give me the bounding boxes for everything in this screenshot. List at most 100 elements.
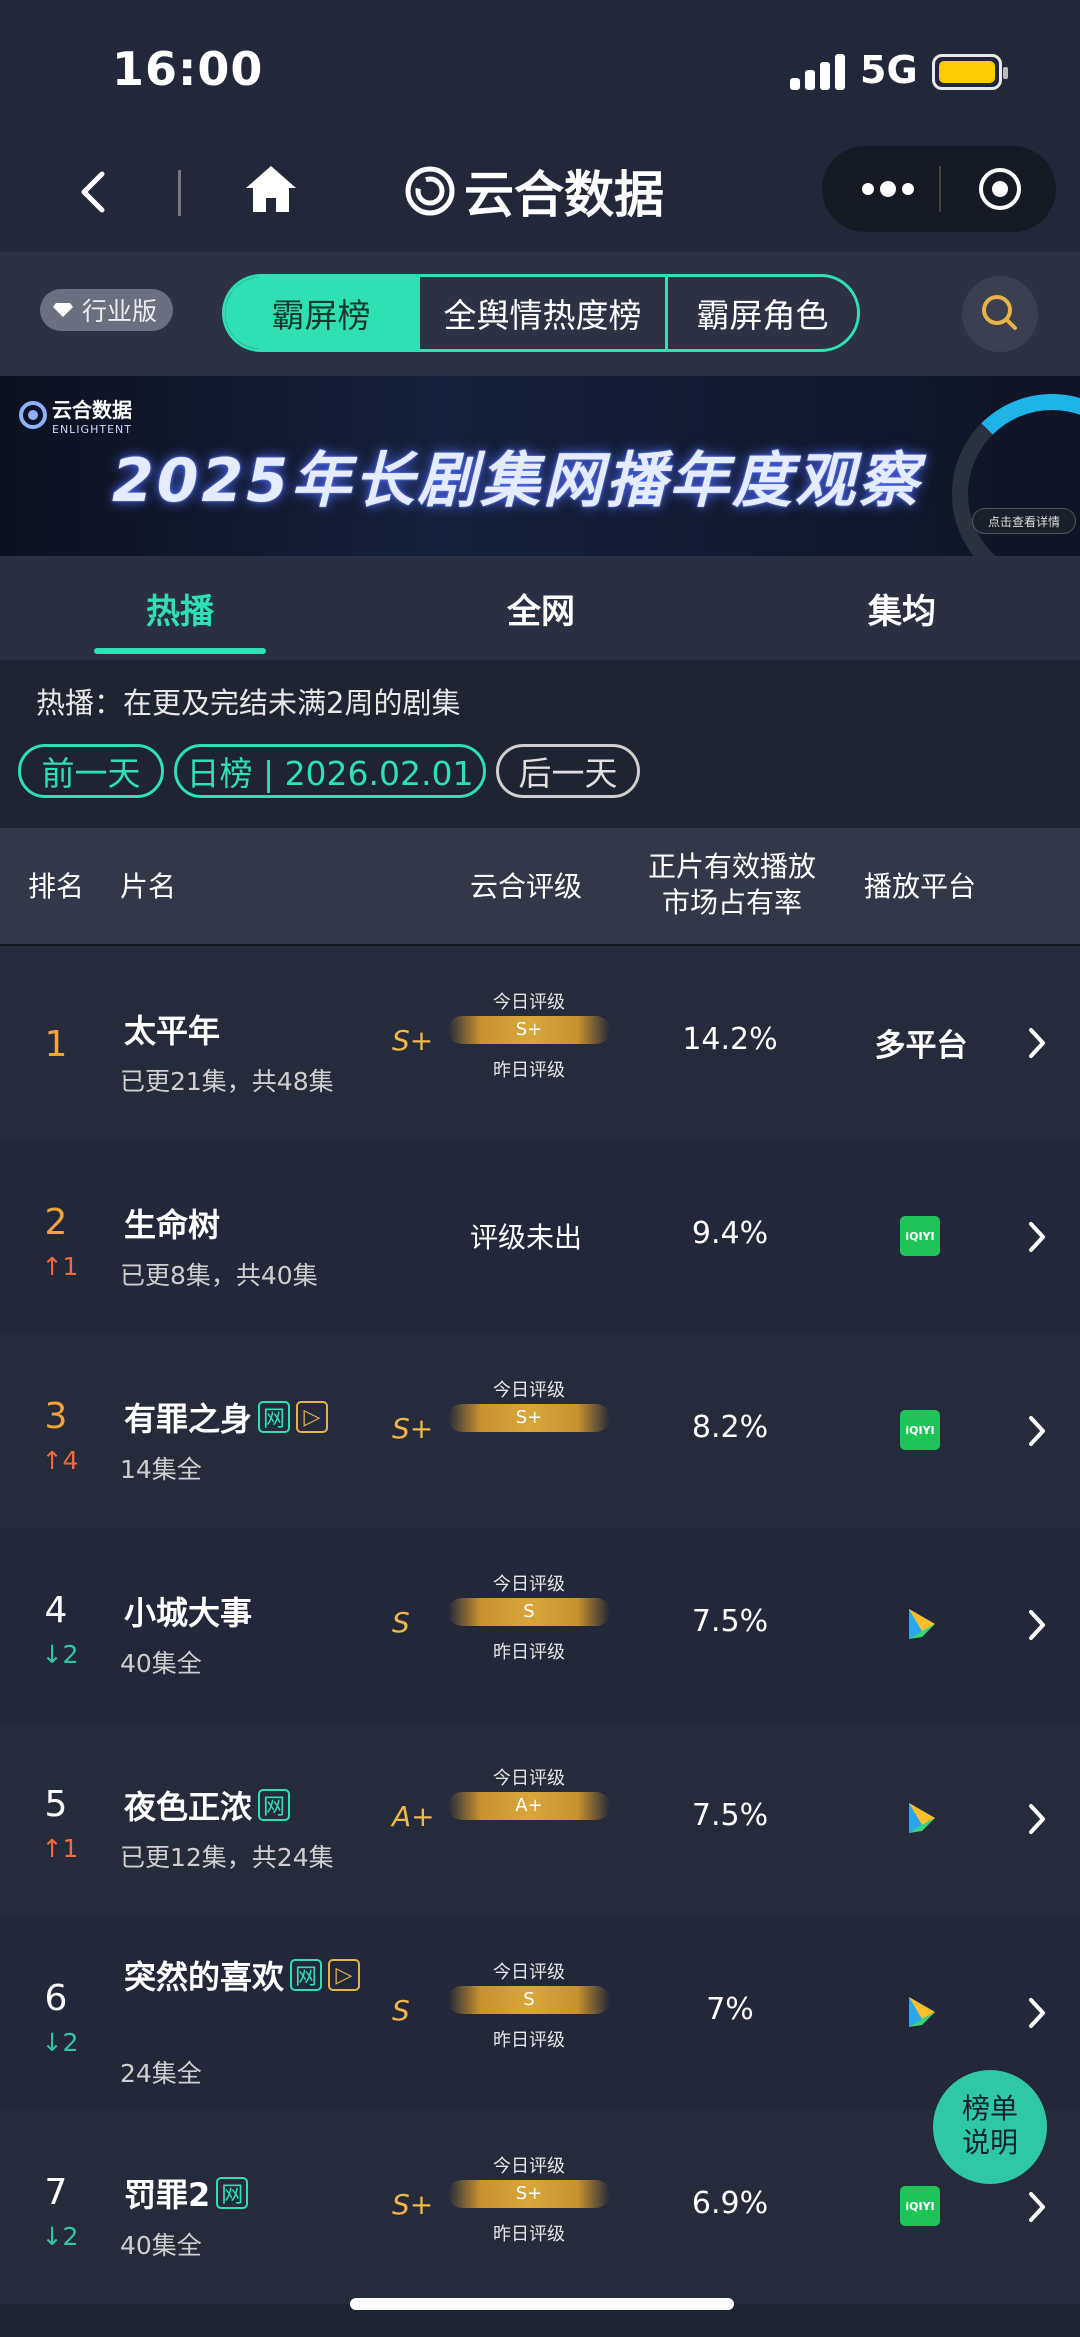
top-tab-row: 行业版 霸屏榜 全舆情热度榜 霸屏角色 bbox=[0, 252, 1080, 376]
rating-bar: S bbox=[448, 1986, 610, 2014]
home-indicator bbox=[350, 2298, 734, 2310]
next-day-button[interactable]: 后一天 bbox=[496, 744, 640, 798]
today-rating-label: 今日评级 bbox=[493, 1962, 565, 1983]
rating-bar: A+ bbox=[448, 1792, 610, 1820]
col-rating: 云合评级 bbox=[470, 870, 583, 903]
mini-program-capsule bbox=[822, 146, 1056, 232]
brand-name: 云合数据 bbox=[464, 166, 664, 224]
table-row[interactable]: 3 ↑4 有罪之身网 ▷ 14集全 S+ 今日评级 S+ 8.2% iQIYI bbox=[0, 1334, 1080, 1528]
col-rank: 排名 bbox=[28, 870, 85, 903]
rating-grade: S+ bbox=[392, 1412, 434, 1445]
rating-grade: S bbox=[392, 1994, 410, 2027]
tab-per-episode[interactable]: 集均 bbox=[868, 584, 936, 633]
rating-bar: S+ bbox=[448, 2180, 610, 2208]
rating-bar: S+ bbox=[448, 1404, 610, 1432]
episode-status: 40集全 bbox=[120, 1649, 202, 1678]
drama-title[interactable]: 太平年 bbox=[124, 1006, 220, 1052]
episode-status: 40集全 bbox=[120, 2231, 202, 2260]
tab-all-network[interactable]: 全网 bbox=[507, 584, 575, 633]
today-rating-label: 今日评级 bbox=[493, 2156, 565, 2177]
tab-hot[interactable]: 热播 bbox=[146, 584, 214, 633]
episode-status: 24集全 bbox=[120, 2059, 202, 2088]
drama-title-text: 有罪之身 bbox=[124, 1400, 253, 1438]
col-share-line1: 正片有效播放 bbox=[648, 850, 817, 883]
banner-title: 2025年长剧集网播年度观察 bbox=[112, 446, 921, 516]
tab-public-opinion[interactable]: 全舆情热度榜 bbox=[417, 277, 665, 349]
exclusive-tag: ▷ bbox=[328, 1959, 361, 1991]
status-time: 16:00 bbox=[112, 42, 264, 96]
drama-title[interactable]: 生命树 bbox=[124, 1200, 220, 1246]
tab-screen-dominance[interactable]: 霸屏榜 bbox=[225, 277, 417, 349]
network-label: 5G bbox=[860, 48, 918, 92]
search-icon[interactable] bbox=[962, 276, 1038, 352]
episode-status: 已更21集，共48集 bbox=[120, 1067, 334, 1096]
chevron-right-icon[interactable] bbox=[1022, 1996, 1052, 2030]
drama-title[interactable]: 小城大事 bbox=[124, 1588, 252, 1634]
drama-title[interactable]: 罚罪2 网 bbox=[124, 2170, 249, 2216]
chevron-right-icon[interactable] bbox=[1022, 2190, 1052, 2224]
yunhe-logo-icon bbox=[405, 166, 455, 216]
iqiyi-icon: iQIYI bbox=[900, 2186, 940, 2226]
battery-icon bbox=[932, 54, 1008, 90]
app-brand: 云合数据 bbox=[404, 158, 664, 224]
category-tabs: 热播 全网 集均 bbox=[0, 556, 1080, 660]
table-row[interactable]: 6 ↓2 突然的喜欢网 ▷ 24集全 S 今日评级 S 昨日评级 7% bbox=[0, 1916, 1080, 2110]
drama-title-text: 突然的喜欢 bbox=[124, 1958, 285, 1996]
iqiyi-icon: iQIYI bbox=[900, 1410, 940, 1450]
rating-grade: A+ bbox=[392, 1800, 435, 1833]
rank-change: ↑1 bbox=[41, 1834, 79, 1863]
drama-title[interactable]: 突然的喜欢网 ▷ bbox=[124, 1952, 361, 1998]
yesterday-rating-label: 昨日评级 bbox=[493, 2030, 565, 2051]
drama-title[interactable]: 有罪之身网 ▷ bbox=[124, 1394, 329, 1440]
col-share-line2: 市场占有率 bbox=[661, 886, 802, 919]
today-rating-label: 今日评级 bbox=[493, 1768, 565, 1789]
promo-banner[interactable]: 云合数据 ENLIGHTENT 2025年长剧集网播年度观察 点击查看详情 bbox=[0, 376, 1080, 556]
ranking-help-button[interactable]: 榜单 说明 bbox=[933, 2070, 1047, 2184]
table-row[interactable]: 5 ↑1 夜色正浓网已更12集，共24集 A+ 今日评级 A+ 7.5% bbox=[0, 1722, 1080, 1916]
episode-status: 14集全 bbox=[120, 1455, 202, 1484]
today-rating-label: 今日评级 bbox=[493, 1380, 565, 1401]
yesterday-rating-label: 昨日评级 bbox=[493, 1642, 565, 1663]
table-row[interactable]: 7 ↓2 罚罪2 网 40集全 S+ 今日评级 S+ 昨日评级 6.9% iQIYI bbox=[0, 2110, 1080, 2304]
market-share: 7.5% bbox=[691, 1798, 769, 1833]
table-row[interactable]: 2 ↑1 生命树 已更8集，共40集 评级未出 9.4% iQIYI bbox=[0, 1140, 1080, 1334]
web-tag: 网 bbox=[216, 2177, 249, 2209]
tencent-video-icon bbox=[900, 1992, 940, 2032]
close-mini-program-icon[interactable] bbox=[977, 166, 1023, 212]
rank-number: 2 bbox=[44, 1202, 68, 1243]
table-row[interactable]: 1 太平年 已更21集，共48集 S+ 今日评级 S+ 昨日评级 14.2% 多平台 bbox=[0, 946, 1080, 1140]
home-icon[interactable] bbox=[244, 162, 298, 216]
chevron-right-icon[interactable] bbox=[1022, 1414, 1052, 1448]
chevron-right-icon[interactable] bbox=[1022, 1220, 1052, 1254]
date-selector[interactable]: 日榜 | 2026.02.01 bbox=[174, 744, 486, 798]
back-icon[interactable] bbox=[70, 168, 118, 216]
tab-roles[interactable]: 霸屏角色 bbox=[665, 277, 857, 349]
rating-grade: S+ bbox=[392, 1024, 434, 1057]
table-row[interactable]: 4 ↓2 小城大事 40集全 S 今日评级 S 昨日评级 7.5% bbox=[0, 1528, 1080, 1722]
banner-detail-button[interactable]: 点击查看详情 bbox=[972, 508, 1076, 534]
rating-bar: S+ bbox=[448, 1016, 610, 1044]
prev-day-button[interactable]: 前一天 bbox=[18, 744, 164, 798]
signal-icon bbox=[790, 54, 846, 90]
episode-status: 已更12集，共24集 bbox=[120, 1843, 334, 1872]
help-line1: 榜单 bbox=[961, 2092, 1018, 2125]
rank-change: ↓2 bbox=[41, 2028, 79, 2057]
banner-logo-cn: 云合数据 bbox=[52, 398, 132, 422]
industry-badge[interactable]: 行业版 bbox=[40, 289, 174, 331]
more-icon[interactable] bbox=[858, 172, 918, 206]
rank-number: 3 bbox=[44, 1396, 68, 1437]
col-title: 片名 bbox=[120, 870, 177, 903]
chevron-right-icon[interactable] bbox=[1022, 1608, 1052, 1642]
drama-title[interactable]: 夜色正浓网 bbox=[124, 1782, 291, 1828]
chevron-right-icon[interactable] bbox=[1022, 1802, 1052, 1836]
tencent-video-icon bbox=[900, 1604, 940, 1644]
diamond-icon bbox=[53, 303, 73, 317]
rank-change: ↑4 bbox=[41, 1446, 79, 1475]
capsule-divider bbox=[939, 166, 941, 212]
rank-number: 4 bbox=[44, 1590, 68, 1631]
market-share: 9.4% bbox=[691, 1216, 769, 1251]
rank-number: 6 bbox=[44, 1978, 68, 2019]
rating-grade: S+ bbox=[392, 2188, 434, 2221]
banner-logo: 云合数据 ENLIGHTENT bbox=[18, 394, 132, 436]
chevron-right-icon[interactable] bbox=[1022, 1026, 1052, 1060]
